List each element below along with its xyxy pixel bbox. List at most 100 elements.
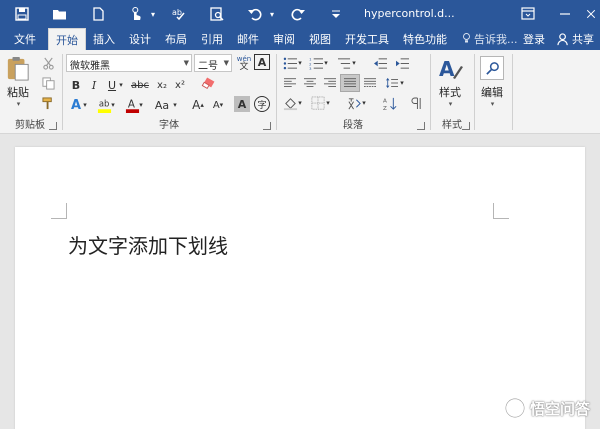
tab-review[interactable]: 审阅 (266, 28, 302, 50)
touch-mode-icon[interactable] (124, 2, 148, 26)
chevron-down-icon[interactable]: ▾ (170, 96, 180, 114)
tab-home[interactable]: 开始 (48, 28, 86, 50)
tab-featured[interactable]: 特色功能 (396, 28, 454, 50)
chevron-down-icon[interactable]: ▾ (116, 76, 126, 94)
distributed-icon[interactable] (360, 74, 380, 92)
group-font: 微软雅黑 ▼ 二号 ▼ wén 文 A B I U ▾ abc x₂ x² A … (64, 50, 274, 134)
chevron-down-icon[interactable]: ▾ (149, 2, 157, 26)
subscript-button[interactable]: x₂ (152, 76, 172, 94)
italic-button[interactable]: I (84, 76, 104, 94)
tab-file[interactable]: 文件 (0, 28, 48, 50)
print-preview-icon[interactable] (205, 2, 229, 26)
strikethrough-button[interactable]: abc (128, 76, 152, 94)
share-button[interactable]: 共享 (553, 28, 600, 50)
svg-text:A: A (383, 98, 387, 104)
group-divider (276, 54, 277, 130)
superscript-button[interactable]: x² (170, 76, 190, 94)
editing-label: 编辑 (481, 86, 503, 99)
chevron-down-icon[interactable]: ▾ (17, 100, 21, 108)
tell-me-box[interactable]: 告诉我... (462, 28, 518, 50)
document-title: hypercontrol.d... (364, 7, 455, 20)
phonetic-guide-icon[interactable]: wén 文 (234, 54, 254, 72)
share-label: 共享 (572, 33, 594, 46)
chevron-down-icon[interactable]: ▾ (324, 94, 332, 112)
chevron-down-icon[interactable]: ▾ (136, 96, 146, 114)
format-painter-icon[interactable] (38, 94, 58, 112)
show-marks-icon[interactable] (406, 94, 426, 112)
spelling-icon[interactable]: ab (167, 2, 191, 26)
shrink-font-button[interactable]: A ▾ (208, 96, 228, 114)
find-icon (480, 56, 504, 80)
paste-button[interactable]: 粘贴 ▾ (6, 56, 30, 108)
tab-layout[interactable]: 布局 (158, 28, 194, 50)
tab-insert[interactable]: 插入 (86, 28, 122, 50)
chevron-down-icon[interactable]: ▾ (449, 100, 453, 108)
align-right-icon[interactable] (320, 74, 340, 92)
svg-text:A: A (127, 98, 134, 110)
document-canvas: 为文字添加下划线 悟空问答 (0, 135, 600, 429)
group-styles: A 样式 ▾ 样式 (431, 50, 473, 134)
sort-icon[interactable]: AZ (380, 94, 400, 112)
increase-indent-icon[interactable] (392, 54, 412, 72)
decrease-indent-icon[interactable] (370, 54, 390, 72)
char-border-icon[interactable]: A (254, 54, 270, 70)
enclose-characters-button[interactable]: 字 (254, 96, 270, 112)
margin-marker (51, 203, 67, 219)
chevron-down-icon[interactable]: ▾ (350, 54, 358, 72)
dialog-launcher-icon[interactable] (49, 122, 57, 130)
svg-text:Z: Z (383, 106, 387, 111)
chevron-down-icon[interactable]: ▾ (322, 54, 330, 72)
chevron-down-icon[interactable]: ▾ (296, 94, 304, 112)
login-link[interactable]: 登录 (523, 31, 545, 47)
close-icon[interactable] (585, 4, 600, 24)
tab-design[interactable]: 设计 (122, 28, 158, 50)
chevron-down-icon[interactable]: ▾ (360, 94, 368, 112)
open-icon[interactable] (48, 2, 72, 26)
align-left-icon[interactable] (280, 74, 300, 92)
tab-references[interactable]: 引用 (194, 28, 230, 50)
font-name-combo[interactable]: 微软雅黑 ▼ (66, 54, 192, 72)
grow-font-button[interactable]: A ▴ (188, 96, 208, 114)
ribbon-tabs: 文件 开始 插入 设计 布局 引用 邮件 审阅 视图 开发工具 特色功能 告诉我… (0, 28, 600, 50)
save-icon[interactable] (10, 2, 34, 26)
undo-icon[interactable] (243, 2, 267, 26)
document-page[interactable]: 为文字添加下划线 (15, 147, 585, 429)
chevron-down-icon[interactable]: ▾ (80, 96, 90, 114)
dialog-launcher-icon[interactable] (462, 122, 470, 130)
group-divider (474, 54, 475, 130)
char-shading-button[interactable]: A (234, 96, 250, 112)
svg-text:1: 1 (309, 57, 312, 61)
dialog-launcher-icon[interactable] (417, 122, 425, 130)
title-bar: ▾ ab ▾ hypercontrol.d... (0, 0, 600, 28)
bold-button[interactable]: B (66, 76, 86, 94)
styles-label: 样式 (439, 86, 461, 99)
minimize-icon[interactable] (555, 4, 575, 24)
styles-button[interactable]: A 样式 ▾ (437, 56, 463, 108)
cut-icon[interactable] (38, 54, 58, 72)
redo-icon[interactable] (286, 2, 310, 26)
justify-icon[interactable] (340, 74, 360, 92)
lightbulb-icon (462, 32, 471, 47)
paste-label: 粘贴 (7, 86, 29, 99)
align-center-icon[interactable] (300, 74, 320, 92)
tab-developer[interactable]: 开发工具 (338, 28, 396, 50)
dialog-launcher-icon[interactable] (263, 122, 271, 130)
document-body-text[interactable]: 为文字添加下划线 (68, 230, 228, 259)
clipboard-icon (7, 57, 29, 81)
font-size-value: 二号 (198, 61, 218, 72)
chevron-down-icon[interactable]: ▾ (491, 100, 495, 108)
font-size-combo[interactable]: 二号 ▼ (194, 54, 232, 72)
chevron-down-icon[interactable]: ▾ (268, 2, 276, 26)
copy-icon[interactable] (38, 74, 58, 92)
new-icon[interactable] (86, 2, 110, 26)
tab-view[interactable]: 视图 (302, 28, 338, 50)
chevron-down-icon[interactable]: ▾ (296, 54, 304, 72)
editing-button[interactable]: 编辑 ▾ (480, 56, 504, 108)
watermark: 悟空问答 (504, 397, 590, 419)
customize-icon[interactable] (324, 2, 348, 26)
chevron-down-icon[interactable]: ▾ (108, 96, 118, 114)
clear-formatting-icon[interactable] (198, 74, 218, 92)
restore-icon[interactable] (518, 4, 538, 24)
tab-mailings[interactable]: 邮件 (230, 28, 266, 50)
chevron-down-icon[interactable]: ▾ (398, 74, 406, 92)
